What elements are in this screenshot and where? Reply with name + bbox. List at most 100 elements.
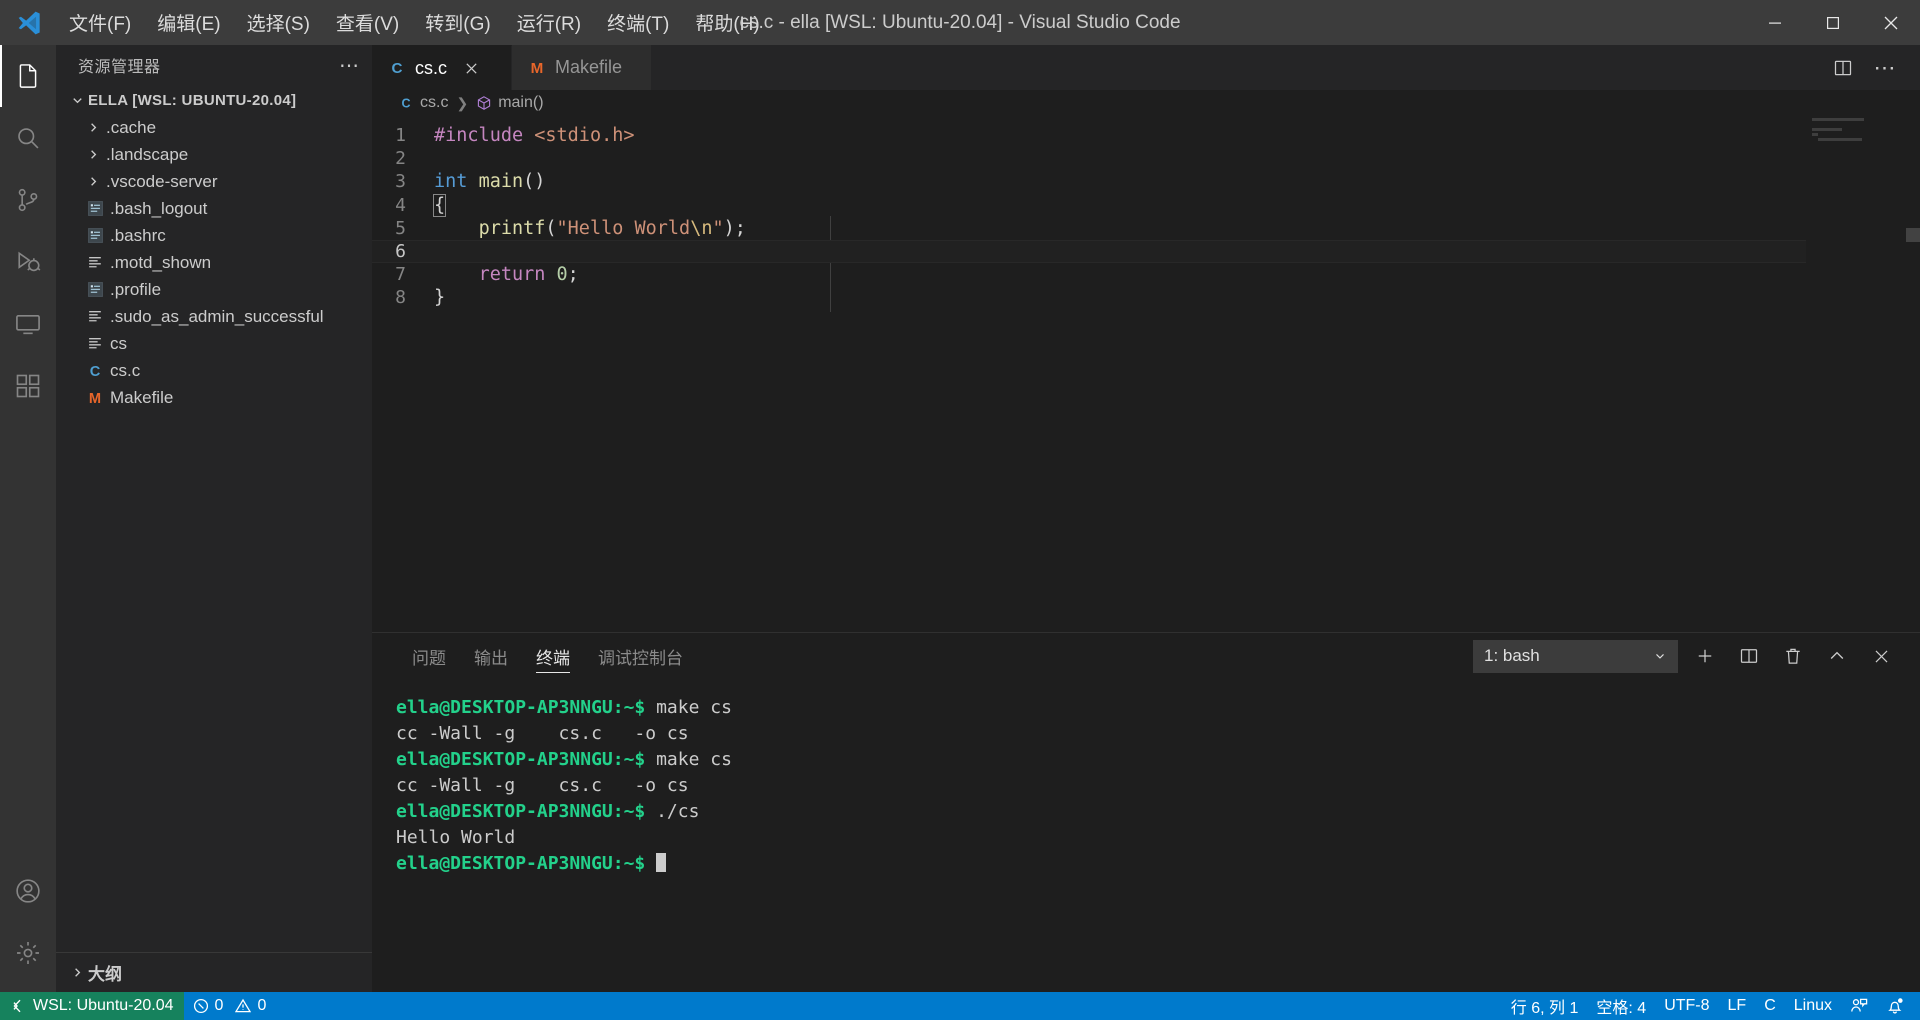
status-warning-count: 0 (257, 997, 267, 1014)
scrollbar-thumb[interactable] (1906, 228, 1920, 242)
minimize-button[interactable] (1746, 0, 1804, 45)
terminal-output[interactable]: ella@DESKTOP-AP3NNGU:~$ make cs cc -Wall… (372, 679, 1920, 992)
status-cursor-position[interactable]: 行 6, 列 1 (1502, 992, 1588, 1020)
panel-tabs: 问题 输出 终端 调试控制台 1: bash (372, 633, 1920, 679)
status-remote-indicator[interactable]: WSL: Ubuntu-20.04 (0, 992, 184, 1020)
tree-item-label: .bashrc (110, 225, 166, 245)
tab-terminal[interactable]: 终端 (522, 633, 584, 679)
terminal-selector[interactable]: 1: bash (1473, 639, 1678, 673)
activity-run-debug-icon[interactable] (0, 231, 56, 293)
svg-text:C: C (401, 96, 410, 110)
sidebar-explorer: 资源管理器 ⋯ ELLA [WSL: UBUNTU-20.04] .cache (56, 45, 372, 992)
terminal-cursor (656, 853, 667, 872)
split-terminal-icon[interactable] (1732, 639, 1766, 673)
code-line-current: 6 (372, 239, 1920, 264)
breadcrumb: C cs.c ❯ main() (372, 90, 1920, 116)
file-tree: ELLA [WSL: UBUNTU-20.04] .cache .landsca… (56, 85, 372, 952)
close-button[interactable] (1862, 0, 1920, 45)
menu-go[interactable]: 转到(G) (412, 0, 503, 45)
c-file-icon: C (82, 362, 108, 380)
menu-selection[interactable]: 选择(S) (234, 0, 323, 45)
tab-problems[interactable]: 问题 (398, 633, 460, 679)
code-line: 8 } (372, 286, 1920, 309)
minimap[interactable] (1806, 116, 1906, 632)
tree-item-cs[interactable]: cs (56, 330, 372, 357)
chevron-down-icon (1653, 649, 1667, 663)
breadcrumb-file[interactable]: cs.c (420, 94, 448, 112)
tree-item-cache[interactable]: .cache (56, 114, 372, 141)
menu-run[interactable]: 运行(R) (504, 0, 594, 45)
feedback-icon[interactable] (1841, 992, 1877, 1020)
tree-item-landscape[interactable]: .landscape (56, 141, 372, 168)
line-number: 3 (395, 171, 406, 193)
menu-edit[interactable]: 编辑(E) (144, 0, 233, 45)
status-problems[interactable]: 0 0 (184, 992, 276, 1020)
tab-cs-c[interactable]: C cs.c (372, 45, 512, 90)
menu-file[interactable]: 文件(F) (56, 0, 144, 45)
line-number: 8 (395, 287, 406, 309)
terminal-line: cc -Wall -g cs.c -o cs (396, 721, 1920, 747)
explorer-more-icon[interactable]: ⋯ (339, 53, 360, 78)
tab-close-icon[interactable] (456, 61, 486, 76)
breadcrumb-symbol[interactable]: main() (498, 94, 543, 112)
terminal-prompt: ella@DESKTOP-AP3NNGU:~$ (396, 801, 646, 822)
code-line: 3 int main() (372, 170, 1920, 193)
split-editor-icon[interactable] (1826, 51, 1860, 85)
maximize-button[interactable] (1804, 0, 1862, 45)
chevron-right-icon: ❯ (456, 94, 469, 111)
status-platform[interactable]: Linux (1785, 992, 1841, 1020)
activity-search-icon[interactable] (0, 107, 56, 169)
chevron-right-icon (82, 120, 104, 135)
tree-item-bashrc[interactable]: .bashrc (56, 222, 372, 249)
bell-dot-icon[interactable] (1877, 992, 1920, 1020)
chevron-up-icon[interactable] (1820, 639, 1854, 673)
tab-makefile[interactable]: M Makefile (512, 45, 652, 90)
menu-help[interactable]: 帮助(H) (682, 0, 772, 45)
terminal-command: ./cs (645, 801, 700, 822)
tree-item-vscode-server[interactable]: .vscode-server (56, 168, 372, 195)
status-eol[interactable]: LF (1719, 992, 1756, 1020)
line-content: return 0; (478, 264, 579, 286)
status-encoding[interactable]: UTF-8 (1655, 992, 1718, 1020)
more-actions-icon[interactable]: ⋯ (1868, 51, 1902, 85)
account-icon[interactable] (0, 860, 56, 922)
tree-item-makefile[interactable]: M Makefile (56, 384, 372, 411)
terminal-command: make cs (645, 697, 732, 718)
tree-item-label: .sudo_as_admin_successful (110, 306, 324, 326)
makefile-icon: M (528, 59, 546, 77)
line-number: 5 (395, 217, 406, 239)
gear-icon[interactable] (0, 922, 56, 984)
activity-remote-explorer-icon[interactable] (0, 293, 56, 355)
trash-icon[interactable] (1776, 639, 1810, 673)
tree-item-label: .vscode-server (106, 171, 218, 191)
new-terminal-icon[interactable] (1688, 639, 1722, 673)
status-indentation[interactable]: 空格: 4 (1587, 992, 1655, 1020)
code-editor[interactable]: 1 #include <stdio.h> 2 3 int main() 4 { … (372, 116, 1920, 632)
line-number: 6 (395, 240, 406, 262)
tree-item-bash-logout[interactable]: .bash_logout (56, 195, 372, 222)
activity-explorer-icon[interactable] (0, 45, 56, 107)
tree-item-cs-c[interactable]: C cs.c (56, 357, 372, 384)
menu-view[interactable]: 查看(V) (323, 0, 412, 45)
editor-scrollbar[interactable] (1906, 116, 1920, 632)
tab-debug-console[interactable]: 调试控制台 (584, 633, 697, 679)
tree-item-label: .bash_logout (110, 198, 208, 218)
tree-item-label: cs.c (110, 360, 141, 380)
menu-terminal[interactable]: 终端(T) (594, 0, 682, 45)
tab-output[interactable]: 输出 (460, 633, 522, 679)
outline-section-header[interactable]: 大纲 (56, 952, 372, 992)
terminal-prompt: ella@DESKTOP-AP3NNGU:~$ (396, 853, 646, 874)
terminal-line: ella@DESKTOP-AP3NNGU:~$ ./cs (396, 799, 1920, 825)
terminal-line: cc -Wall -g cs.c -o cs (396, 773, 1920, 799)
shell-file-icon (82, 200, 108, 217)
line-content: printf("Hello World\n"); (478, 217, 746, 239)
activity-source-control-icon[interactable] (0, 169, 56, 231)
status-language-mode[interactable]: C (1755, 992, 1785, 1020)
tree-root-folder[interactable]: ELLA [WSL: UBUNTU-20.04] (56, 87, 372, 114)
terminal-selector-value: 1: bash (1484, 646, 1540, 665)
activity-extensions-icon[interactable] (0, 355, 56, 417)
tree-item-sudo-as-admin-successful[interactable]: .sudo_as_admin_successful (56, 303, 372, 330)
tree-item-profile[interactable]: .profile (56, 276, 372, 303)
close-panel-icon[interactable] (1864, 639, 1898, 673)
tree-item-motd-shown[interactable]: .motd_shown (56, 249, 372, 276)
